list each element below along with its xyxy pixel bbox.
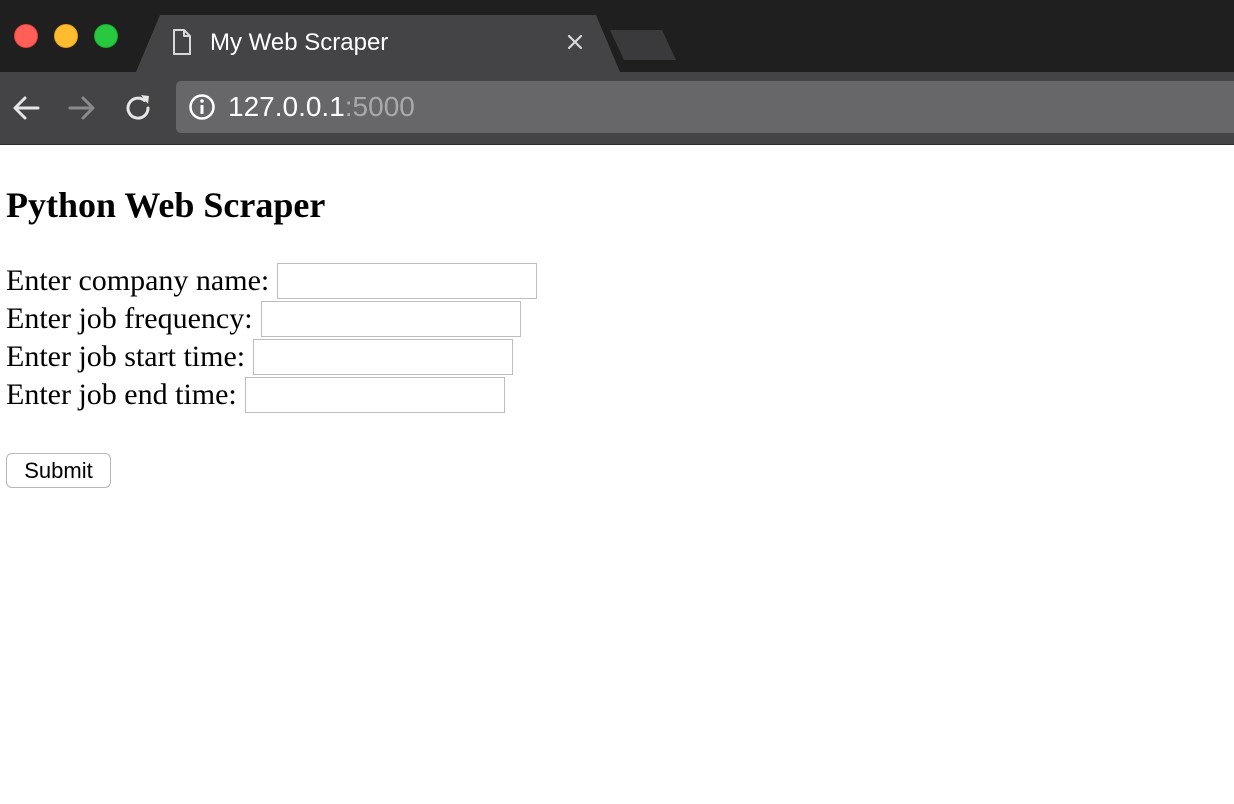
job-start-time-input[interactable] (253, 339, 514, 375)
company-name-input[interactable] (277, 263, 538, 299)
job-end-time-row: Enter job end time: (6, 376, 505, 414)
job-end-time-input[interactable] (244, 377, 505, 413)
reload-icon[interactable] (122, 92, 154, 124)
job-frequency-row: Enter job frequency: (6, 300, 521, 338)
window-zoom-button[interactable] (94, 24, 118, 48)
job-start-time-row: Enter job start time: (6, 338, 514, 376)
back-arrow-icon[interactable] (10, 92, 42, 124)
page-title: Python Web Scraper (6, 185, 326, 225)
forward-arrow-icon[interactable] (66, 92, 98, 124)
job-frequency-input[interactable] (260, 301, 521, 337)
browser-tab-bar: My Web Scraper (0, 0, 1234, 72)
browser-toolbar: 127.0.0.1:5000 (0, 72, 1234, 145)
url-host: 127.0.0.1 (228, 91, 345, 122)
tab-title: My Web Scraper (210, 29, 389, 56)
info-icon[interactable] (188, 93, 216, 121)
submit-button[interactable]: Submit (6, 453, 111, 488)
url-port: :5000 (344, 91, 415, 122)
new-tab-icon[interactable] (610, 30, 676, 60)
company-name-label: Enter company name: (6, 264, 270, 297)
address-url[interactable]: 127.0.0.1:5000 (228, 89, 415, 125)
company-name-row: Enter company name: (6, 262, 538, 300)
job-start-time-label: Enter job start time: (6, 340, 246, 373)
job-end-time-label: Enter job end time: (6, 378, 237, 411)
page-content: Python Web Scraper Enter company name: E… (0, 145, 1234, 804)
window-minimize-button[interactable] (54, 24, 78, 48)
window-close-button[interactable] (14, 24, 38, 48)
document-icon (172, 28, 192, 56)
close-icon[interactable] (565, 32, 585, 52)
address-bar[interactable]: 127.0.0.1:5000 (176, 81, 1234, 133)
job-frequency-label: Enter job frequency: (6, 302, 253, 335)
